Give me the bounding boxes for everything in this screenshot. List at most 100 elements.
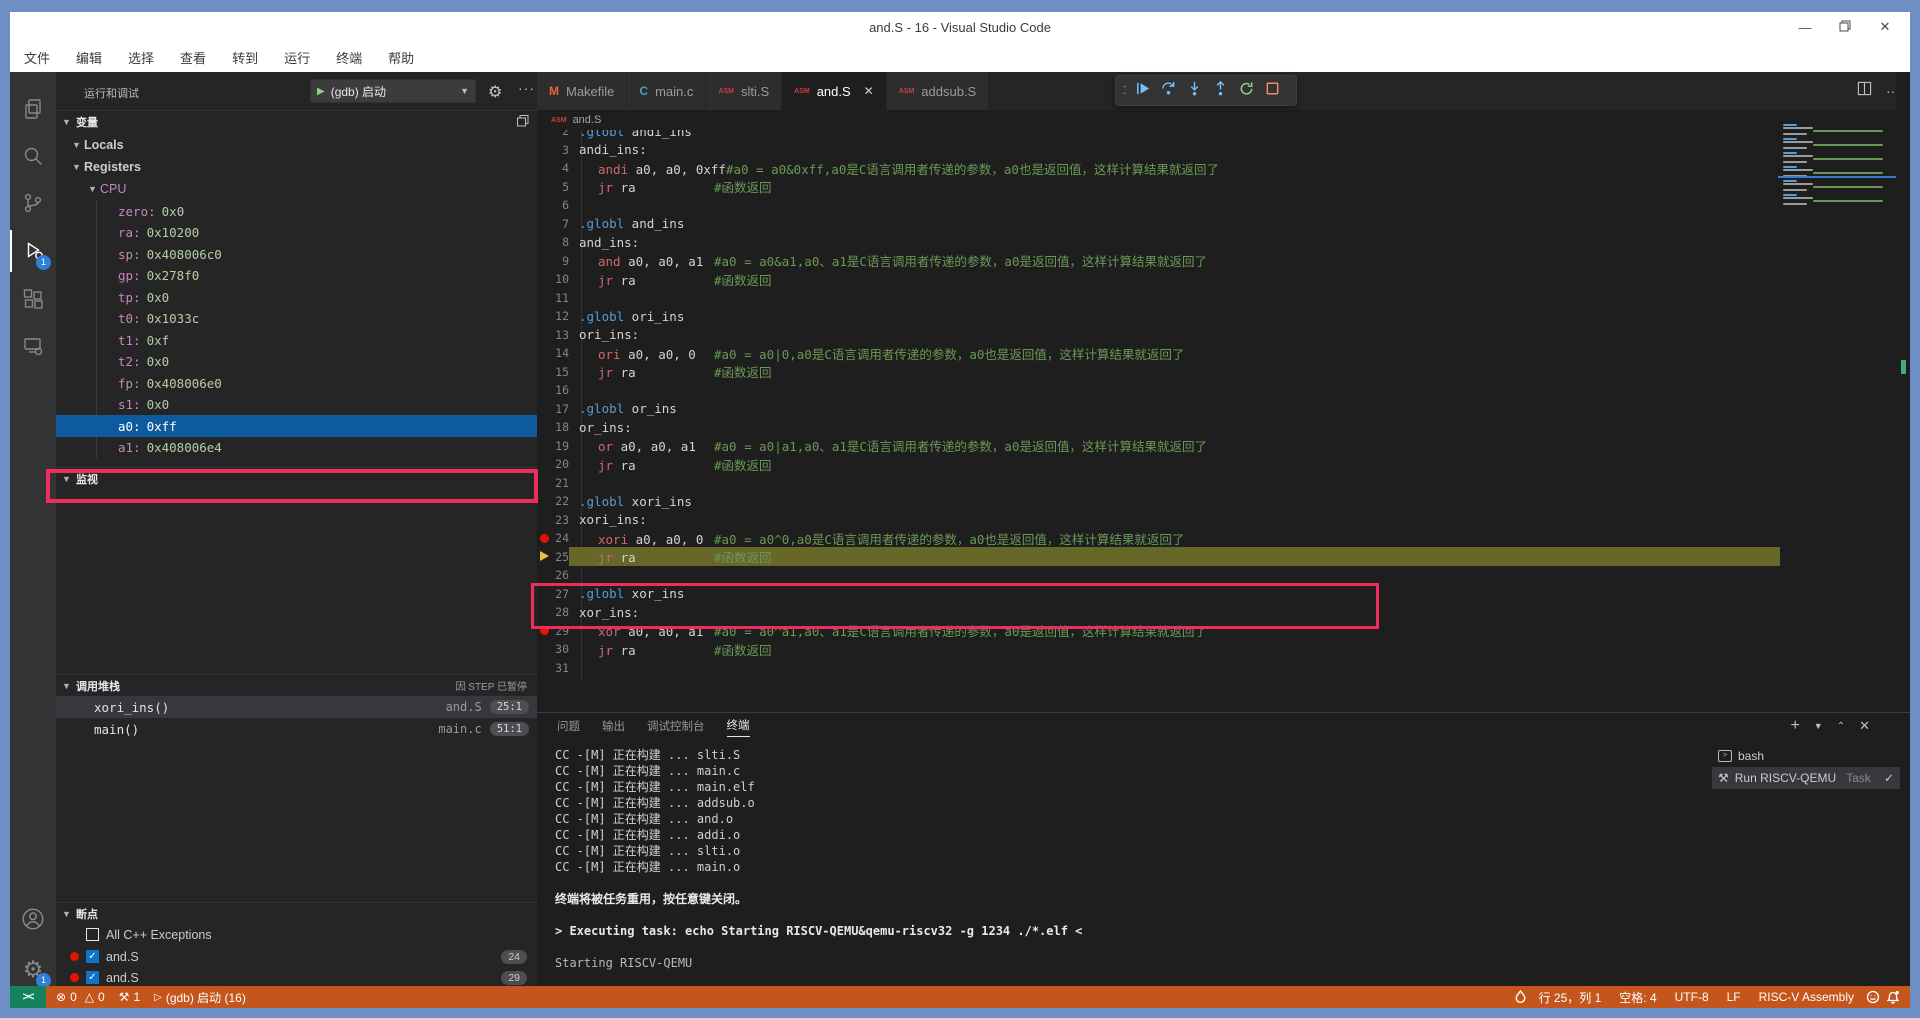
feedback-icon[interactable] bbox=[1866, 990, 1880, 1004]
menu-item-文件[interactable]: 文件 bbox=[24, 48, 50, 67]
code-line-25[interactable]: 25jr ra#函数返回 bbox=[537, 548, 1780, 567]
gutter[interactable] bbox=[537, 549, 551, 564]
running-tasks-status[interactable]: ⚒1 bbox=[113, 990, 146, 1004]
register-row-ra[interactable]: ra:0x10200 bbox=[56, 222, 537, 244]
step-over-icon[interactable] bbox=[1160, 80, 1177, 102]
indentation[interactable]: 空格: 4 bbox=[1613, 989, 1662, 1006]
flame-icon[interactable] bbox=[1514, 990, 1527, 1005]
notifications-bell-icon[interactable] bbox=[1886, 990, 1900, 1005]
panel-tab-调试控制台[interactable]: 调试控制台 bbox=[647, 718, 705, 737]
breakpoints-section-header[interactable]: ▼ 断点 bbox=[56, 902, 537, 924]
code-line-5[interactable]: 5jr ra#函数返回 bbox=[537, 178, 1780, 197]
menu-item-转到[interactable]: 转到 bbox=[232, 48, 258, 67]
register-row-t1[interactable]: t1:0xf bbox=[56, 329, 537, 351]
code-line-3[interactable]: 3andi_ins: bbox=[537, 141, 1780, 160]
register-row-t2[interactable]: t2:0x0 bbox=[56, 351, 537, 373]
panel-tab-终端[interactable]: 终端 bbox=[727, 717, 750, 737]
tab-and.S[interactable]: ASMand.S✕ bbox=[782, 72, 887, 110]
close-panel-icon[interactable]: ✕ bbox=[1859, 718, 1870, 734]
menu-item-选择[interactable]: 选择 bbox=[128, 48, 154, 67]
drag-grip-icon[interactable]: ⁚⁚ bbox=[1122, 84, 1125, 97]
code-line-13[interactable]: 13ori_ins: bbox=[537, 326, 1780, 345]
code-line-19[interactable]: 19or a0, a0, a1#a0 = a0|a1,a0、a1是C语言调用者传… bbox=[537, 437, 1780, 456]
step-out-icon[interactable] bbox=[1212, 80, 1229, 102]
language-mode[interactable]: RISC-V Assembly bbox=[1753, 990, 1860, 1004]
new-terminal-icon[interactable]: + bbox=[1790, 717, 1799, 735]
menu-item-查看[interactable]: 查看 bbox=[180, 48, 206, 67]
code-line-24[interactable]: 24xori a0, a0, 0#a0 = a0^0,a0是C语言调用者传递的参… bbox=[537, 529, 1780, 548]
code-line-2[interactable]: 2.globl andi_ins bbox=[537, 130, 1780, 141]
register-row-sp[interactable]: sp:0x408006c0 bbox=[56, 243, 537, 265]
gutter[interactable] bbox=[537, 531, 551, 546]
sidebar-more-icon[interactable]: ··· bbox=[518, 80, 535, 96]
settings-gear-icon[interactable]: ⚙ 1 bbox=[10, 948, 56, 990]
code-line-17[interactable]: 17.globl or_ins bbox=[537, 400, 1780, 419]
terminal-output[interactable]: CC -[M] 正在构建 ... slti.SCC -[M] 正在构建 ... … bbox=[555, 747, 1700, 971]
explorer-icon[interactable] bbox=[10, 88, 56, 130]
run-and-debug-icon[interactable]: 1 bbox=[10, 230, 56, 272]
debug-config-dropdown[interactable]: ▶ (gdb) 启动 ▼ bbox=[310, 79, 476, 103]
eol[interactable]: LF bbox=[1721, 990, 1747, 1004]
breakpoint-dot-icon[interactable] bbox=[540, 534, 549, 543]
breakpoint-dot-icon[interactable] bbox=[540, 626, 549, 635]
continue-icon[interactable] bbox=[1134, 80, 1151, 102]
menu-item-编辑[interactable]: 编辑 bbox=[76, 48, 102, 67]
code-line-26[interactable]: 26 bbox=[537, 566, 1780, 585]
cursor-position[interactable]: 行 25，列 1 bbox=[1533, 989, 1608, 1006]
problems-status[interactable]: ⊗0 △0 bbox=[50, 990, 111, 1004]
tab-slti.S[interactable]: ASMslti.S bbox=[706, 72, 782, 110]
code-line-16[interactable]: 16 bbox=[537, 381, 1780, 400]
register-row-zero[interactable]: zero:0x0 bbox=[56, 200, 537, 222]
breakpoint-row[interactable]: ✓and.S29 bbox=[56, 967, 537, 986]
tab-addsub.S[interactable]: ASMaddsub.S bbox=[887, 72, 990, 110]
panel-tab-问题[interactable]: 问题 bbox=[557, 718, 580, 737]
code-line-15[interactable]: 15jr ra#函数返回 bbox=[537, 363, 1780, 382]
menu-item-终端[interactable]: 终端 bbox=[336, 48, 362, 67]
gutter[interactable] bbox=[537, 623, 551, 638]
tab-main.c[interactable]: Cmain.c bbox=[627, 72, 706, 110]
register-row-fp[interactable]: fp:0x408006e0 bbox=[56, 372, 537, 394]
cpu-group[interactable]: ▼CPU bbox=[56, 178, 537, 200]
terminal-dropdown-icon[interactable]: ▼ bbox=[1814, 721, 1823, 731]
register-row-tp[interactable]: tp:0x0 bbox=[56, 286, 537, 308]
code-line-29[interactable]: 29xor a0, a0, a1#a0 = a0^a1,a0、a1是C语言调用者… bbox=[537, 622, 1780, 641]
remote-indicator[interactable]: >< bbox=[10, 986, 46, 1008]
restore-icon[interactable] bbox=[1838, 20, 1852, 35]
code-line-12[interactable]: 12.globl ori_ins bbox=[537, 307, 1780, 326]
code-line-21[interactable]: 21 bbox=[537, 474, 1780, 493]
split-editor-icon[interactable] bbox=[1857, 81, 1872, 101]
code-line-28[interactable]: 28xor_ins: bbox=[537, 603, 1780, 622]
account-icon[interactable] bbox=[10, 898, 56, 940]
code-line-30[interactable]: 30jr ra#函数返回 bbox=[537, 640, 1780, 659]
checkbox-unchecked[interactable] bbox=[86, 928, 99, 941]
code-line-23[interactable]: 23xori_ins: bbox=[537, 511, 1780, 530]
terminal-list-item-bash[interactable]: >bash bbox=[1712, 745, 1900, 767]
code-line-4[interactable]: 4andi a0, a0, 0xff#a0 = a0&0xff,a0是C语言调用… bbox=[537, 159, 1780, 178]
remote-explorer-icon[interactable] bbox=[10, 325, 56, 367]
menu-item-运行[interactable]: 运行 bbox=[284, 48, 310, 67]
menu-item-帮助[interactable]: 帮助 bbox=[388, 48, 414, 67]
code-line-10[interactable]: 10jr ra#函数返回 bbox=[537, 270, 1780, 289]
code-line-18[interactable]: 18or_ins: bbox=[537, 418, 1780, 437]
code-line-9[interactable]: 9and a0, a0, a1#a0 = a0&a1,a0、a1是C语言调用者传… bbox=[537, 252, 1780, 271]
search-icon[interactable] bbox=[10, 135, 56, 177]
code-line-14[interactable]: 14ori a0, a0, 0#a0 = a0|0,a0是C语言调用者传递的参数… bbox=[537, 344, 1780, 363]
stop-icon[interactable] bbox=[1264, 80, 1281, 102]
source-control-icon[interactable] bbox=[10, 182, 56, 224]
breadcrumb[interactable]: ASM and.S bbox=[537, 110, 1910, 130]
register-row-a1[interactable]: a1:0x408006e4 bbox=[56, 437, 537, 459]
exceptions-breakpoint-row[interactable]: All C++ Exceptions bbox=[56, 924, 537, 945]
code-line-7[interactable]: 7.globl and_ins bbox=[537, 215, 1780, 234]
restart-icon[interactable] bbox=[1238, 80, 1255, 102]
variables-section-header[interactable]: ▼ 变量 bbox=[56, 110, 537, 132]
maximize-panel-icon[interactable]: ⌃ bbox=[1837, 721, 1845, 732]
stack-frame-row[interactable]: main()main.c51:1 bbox=[56, 718, 537, 740]
call-stack-section-header[interactable]: ▼ 调用堆栈 因 STEP 已暂停 bbox=[56, 674, 537, 696]
registers-group[interactable]: ▼Registers bbox=[56, 156, 537, 178]
code-line-6[interactable]: 6 bbox=[537, 196, 1780, 215]
close-icon[interactable]: ✕ bbox=[1878, 19, 1892, 35]
code-line-20[interactable]: 20jr ra#函数返回 bbox=[537, 455, 1780, 474]
code-area[interactable]: 2.globl andi_ins3andi_ins:4andi a0, a0, … bbox=[537, 130, 1780, 712]
encoding[interactable]: UTF-8 bbox=[1669, 990, 1715, 1004]
extensions-icon[interactable] bbox=[10, 278, 56, 320]
